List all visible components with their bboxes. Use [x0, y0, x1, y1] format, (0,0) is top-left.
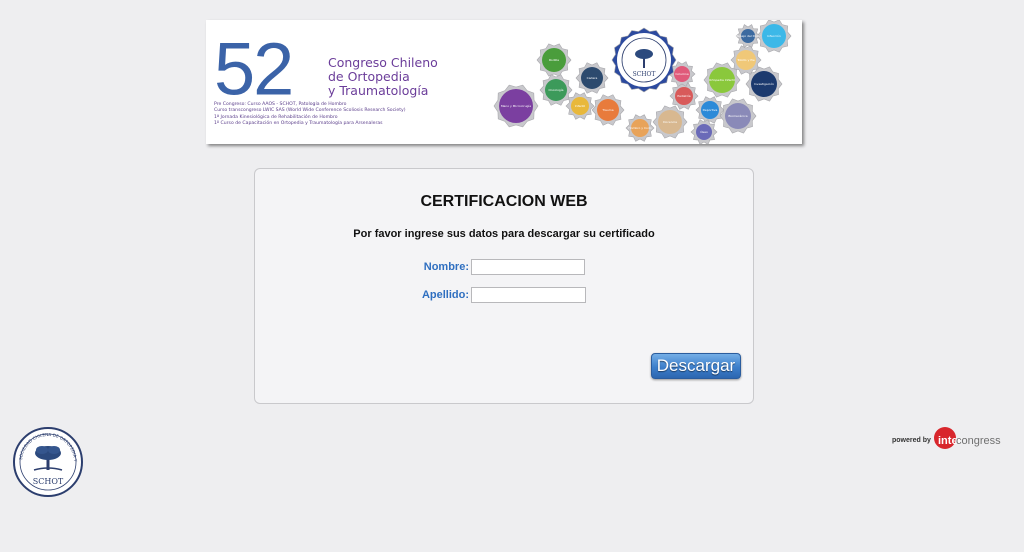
gear-icon: Infantil: [565, 92, 595, 120]
gear-label: Columna: [675, 72, 688, 76]
gear-icon: Manejo del Dolor: [735, 24, 761, 48]
form-instructions: Por favor ingrese sus datos para descarg…: [353, 228, 655, 240]
gear-label: Oncología: [549, 88, 564, 92]
nombre-input[interactable]: [471, 259, 585, 275]
gear-icon: Biomecánica: [719, 98, 757, 134]
banner-subtitle-line: Curso transcongreso LWIC SAS (World Wide…: [214, 108, 406, 114]
gear-label: Biomecánica: [728, 114, 747, 118]
form-title: CERTIFICACION WEB: [420, 193, 588, 210]
gear-label: Rodilla: [549, 58, 559, 62]
powered-by-text: powered by: [892, 437, 931, 444]
banner-title-line: Congreso Chileno: [328, 55, 438, 70]
gear-icon: Docencia: [652, 105, 688, 139]
page: 52° Congreso Chileno de Ortopedia y Trau…: [0, 0, 1024, 552]
descargar-button[interactable]: Descargar: [651, 353, 741, 379]
certificate-form-panel: CERTIFICACION WEB Por favor ingrese sus …: [254, 168, 754, 404]
gear-label: Hombro y Codo: [628, 126, 651, 130]
gear-icon: Trauma: [591, 94, 625, 126]
banner-subtitles: Pre Congreso: Curso AAOS - SCHOT, Patolo…: [214, 102, 406, 128]
gear-label: Tobillo y Pie: [736, 58, 755, 62]
schot-center-label: SCHOT: [633, 71, 656, 78]
gear-icon: Deportiva: [695, 96, 725, 124]
schot-center-gear-icon: SCHOT: [611, 27, 677, 93]
gear-label: Mano y Microcirugía: [501, 104, 531, 108]
gear-icon: Mano y Microcirugía: [493, 84, 539, 128]
gear-label: Infantil: [575, 104, 586, 108]
banner-number-text: 52: [214, 27, 294, 111]
schot-seal-logo: SOCIEDAD CHILENA DE ORTOPEDIA Y TRAUMATO…: [12, 426, 83, 497]
gear-icon: Pediatría: [669, 82, 699, 110]
gear-icon: Infección: [756, 20, 792, 53]
banner-title-line: de Ortopedia: [328, 69, 410, 84]
seal-schot-text: SCHOT: [33, 477, 64, 486]
apellido-label: Apellido:: [421, 289, 469, 301]
gear-icon: Cadera: [575, 62, 609, 94]
gear-label: Infección: [767, 34, 781, 38]
gear-label: Ortopedia Infantil: [709, 78, 735, 82]
gear-label: Deportiva: [703, 108, 718, 112]
congress-banner: 52° Congreso Chileno de Ortopedia y Trau…: [206, 20, 802, 144]
banner-subtitle-line: 1º Curso de Capacitación en Ortopedia y …: [214, 121, 383, 127]
gear-label: Trauma: [601, 108, 613, 112]
gear-icon: Rodilla: [536, 43, 572, 77]
banner-degree-mark: °: [294, 20, 303, 34]
gears-illustration: Rodilla Cadera Oncología Mano y Microcirugí…: [493, 20, 792, 144]
banner-title-line: y Traumatología: [328, 83, 429, 98]
apellido-input[interactable]: [471, 287, 586, 303]
gear-label: Óseo: [700, 129, 708, 134]
gear-label: Pediatría: [677, 94, 690, 98]
banner-title: Congreso Chileno de Ortopedia y Traumato…: [328, 56, 438, 98]
banner-edition-number: 52°: [214, 20, 303, 111]
nombre-label: Nombre:: [423, 261, 469, 273]
gear-icon: Óseo: [690, 119, 718, 144]
gear-label: Cadera: [587, 76, 598, 80]
gear-label: Docencia: [663, 120, 677, 124]
gear-label: Investigación: [754, 82, 774, 86]
gear-label: Manejo del Dolor: [735, 34, 761, 38]
intercongress-brand-part2: congress: [956, 435, 1001, 447]
gear-icon: Oncología: [539, 74, 573, 106]
gear-icon: Hombro y Codo: [625, 114, 655, 142]
